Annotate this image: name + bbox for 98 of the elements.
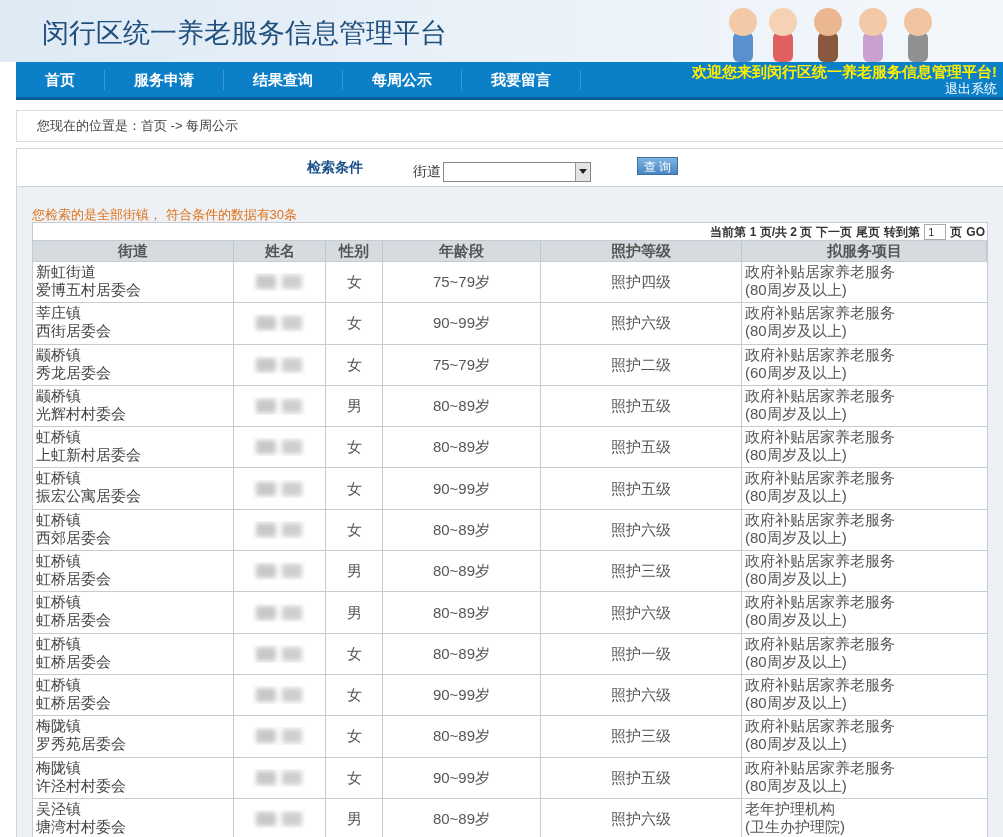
go-link[interactable]: GO [966,222,985,241]
table-cell: 90~99岁 [383,303,541,344]
table-cell: 女 [326,427,383,468]
street-dropdown[interactable] [443,161,591,182]
nav-link[interactable]: 我要留言 [462,69,581,90]
table-cell: 照护六级 [541,303,742,344]
breadcrumb: 您现在的位置是：首页 -> 每周公示 [37,117,239,136]
welcome-text: 欢迎您来到闵行区统一养老服务信息管理平台! [692,63,997,81]
table-cell-text: 政府补贴居家养老服务 (80周岁及以上) [744,303,896,342]
table-cell: 新虹街道 爱博五村居委会 [33,262,234,303]
table-cell: 照护五级 [541,468,742,509]
result-summary: 您检索的是全部街镇， 符合条件的数据有30条 [32,207,298,222]
nav-link[interactable]: 服务申请 [105,69,224,90]
nav-link[interactable]: 结果查询 [224,69,343,90]
table-cell-text: 政府补贴居家养老服务 (80周岁及以上) [744,716,896,755]
column-header: 街道 [33,241,234,261]
table-cell-text: 老年护理机构 (卫生办护理院) [744,798,846,837]
table-cell: 80~89岁 [383,509,541,551]
table-cell: 照护三级 [541,716,742,757]
table-cell: 90~99岁 [383,674,541,716]
column-header: 性别 [326,241,383,261]
table-cell: 男 [326,385,383,427]
table-cell: 女 [326,757,383,798]
column-header: 年龄段 [383,241,541,261]
table-cell: 虹桥镇 上虹新村居委会 [33,427,234,468]
table-cell: 照护六级 [541,798,742,837]
table-cell: 女 [326,262,383,303]
table-cell: 梅陇镇 罗秀苑居委会 [33,716,234,757]
table-cell: 照护三级 [541,551,742,592]
logout-link[interactable]: 退出系统 [945,81,997,96]
table-cell: 照护五级 [541,427,742,468]
goto-label: 转到第 [884,223,921,241]
table-cell: 90~99岁 [383,468,541,509]
table-cell: 照护一级 [541,633,742,674]
search-heading: 检索条件 [307,158,363,177]
table-cell: 莘庄镇 西街居委会 [33,303,234,344]
table-cell: 照护二级 [541,344,742,385]
table-cell: 80~89岁 [383,551,541,592]
table-cell-text: 政府补贴居家养老服务 (80周岁及以上) [744,592,896,631]
table-cell: 女 [326,633,383,674]
page-unit: 页 [950,223,963,241]
table-cell: 照护六级 [541,674,742,716]
table-cell: 男 [326,592,383,633]
table-cell: 照护五级 [541,385,742,427]
table-cell: 女 [326,303,383,344]
table-cell-text: 政府补贴居家养老服务 (80周岁及以上) [744,427,896,466]
page-status: 当前第 1 页/共 2 页 [710,223,813,241]
table-cell: 女 [326,468,383,509]
table-cell: 颛桥镇 秀龙居委会 [33,344,234,385]
table-cell-text: 政府补贴居家养老服务 (80周岁及以上) [744,509,896,548]
table-cell: 90~99岁 [383,757,541,798]
table-cell: 80~89岁 [383,716,541,757]
table-cell: 照护六级 [541,592,742,633]
search-button[interactable]: 查 询 [637,156,679,175]
table-cell: 75~79岁 [383,344,541,385]
column-header: 拟服务项目 [742,241,987,261]
field-label: 街道 [413,162,441,181]
nav-link[interactable]: 首页 [16,69,105,90]
table-cell: 虹桥镇 虹桥居委会 [33,551,234,592]
table-cell: 女 [326,344,383,385]
table-cell-text: 政府补贴居家养老服务 (80周岁及以上) [744,385,896,424]
table-cell: 80~89岁 [383,385,541,427]
column-header: 照护等级 [541,241,742,261]
table-cell: 女 [326,674,383,716]
table-cell: 吴泾镇 塘湾村村委会 [33,798,234,837]
table-cell: 照护四级 [541,262,742,303]
table-cell: 80~89岁 [383,633,541,674]
table-cell: 80~89岁 [383,798,541,837]
table-cell: 80~89岁 [383,592,541,633]
table-cell-text: 政府补贴居家养老服务 (60周岁及以上) [744,344,896,383]
table-cell: 颛桥镇 光辉村村委会 [33,385,234,427]
table-cell: 男 [326,798,383,837]
table-cell: 虹桥镇 虹桥居委会 [33,592,234,633]
table-cell: 女 [326,509,383,551]
table-cell: 男 [326,551,383,592]
site-title: 闵行区统一养老服务信息管理平台 [42,16,447,50]
pager-link[interactable]: 尾页 [856,222,881,241]
table-cell: 梅陇镇 许泾村村委会 [33,757,234,798]
table-cell-text: 政府补贴居家养老服务 (80周岁及以上) [744,757,896,796]
table-cell: 虹桥镇 西郊居委会 [33,509,234,551]
column-header: 姓名 [234,241,326,261]
table-cell: 照护六级 [541,509,742,551]
table-cell-text: 政府补贴居家养老服务 (80周岁及以上) [744,262,896,300]
table-cell-text: 政府补贴居家养老服务 (80周岁及以上) [744,468,896,507]
table-cell-text: 政府补贴居家养老服务 (80周岁及以上) [744,551,896,590]
table-cell: 虹桥镇 虹桥居委会 [33,633,234,674]
table-cell: 75~79岁 [383,262,541,303]
page-input[interactable]: 1 [924,223,947,240]
table-cell: 虹桥镇 振宏公寓居委会 [33,468,234,509]
pager-link[interactable]: 下一页 [816,222,853,241]
table-cell: 照护五级 [541,757,742,798]
table-cell-text: 政府补贴居家养老服务 (80周岁及以上) [744,633,896,672]
nav-link[interactable]: 每周公示 [343,69,462,90]
table-cell-text: 政府补贴居家养老服务 (80周岁及以上) [744,674,896,713]
table-cell: 女 [326,716,383,757]
caret-icon [575,162,590,181]
table-cell: 虹桥镇 虹桥居委会 [33,674,234,716]
table-cell: 80~89岁 [383,427,541,468]
